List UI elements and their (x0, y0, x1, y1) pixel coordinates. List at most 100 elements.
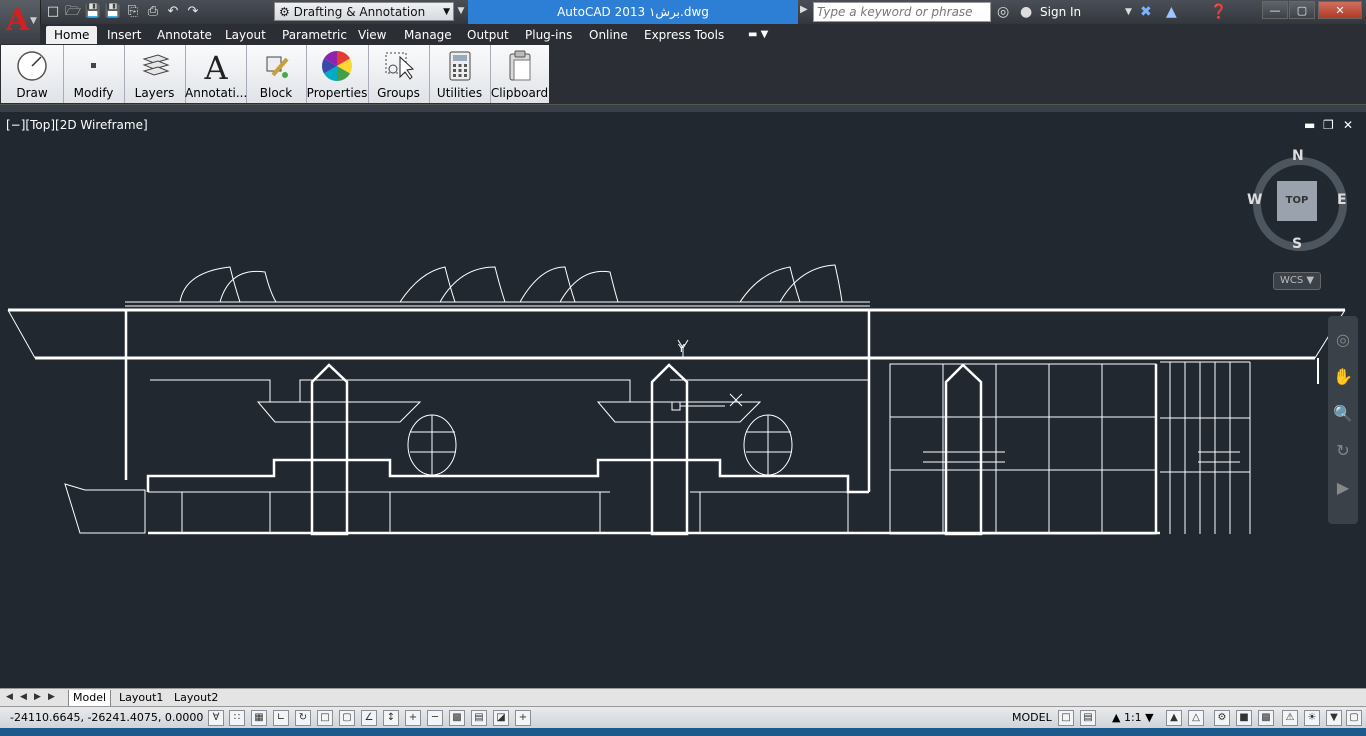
prev-tab-icon[interactable]: ◀ (18, 690, 29, 704)
showmotion-icon[interactable]: ▶ (1328, 478, 1358, 497)
wcs-label: WCS (1279, 275, 1304, 286)
panel-groups[interactable]: Groups (368, 45, 430, 103)
annotation-monitor-icon[interactable]: + (515, 710, 531, 726)
tab-view[interactable]: View (350, 26, 394, 44)
tab-plug-ins[interactable]: Plug-ins (517, 26, 580, 44)
first-tab-icon[interactable]: ◀ (4, 690, 15, 704)
panel-label: Modify (73, 86, 114, 100)
panel-layers[interactable]: Layers (124, 45, 186, 103)
tab-home[interactable]: Home (46, 26, 98, 44)
tab-layout1[interactable]: Layout1 (115, 690, 167, 706)
3d-object-snap-icon[interactable]: ▢ (339, 710, 355, 726)
tab-annotate[interactable]: Annotate (149, 26, 220, 44)
block-icon (266, 56, 289, 78)
exchange-icon[interactable]: ✖ (1140, 3, 1152, 21)
lineweight-icon[interactable]: ─ (427, 710, 443, 726)
close-button[interactable]: ✕ (1318, 1, 1362, 19)
tab-model[interactable]: Model (68, 690, 112, 707)
ribbon-toggle-icon[interactable]: ▬ ▼ (740, 26, 776, 44)
viewcube[interactable]: TOP N S W E (1247, 148, 1348, 252)
viewcube-top-face[interactable]: TOP (1277, 181, 1317, 221)
dynamic-input-icon[interactable]: + (405, 710, 421, 726)
selection-cycling-icon[interactable]: ◪ (493, 710, 509, 726)
object-snap-icon[interactable]: □ (317, 710, 333, 726)
coordinate-readout[interactable]: -24110.6645, -26241.4075, 0.0000 (10, 711, 203, 724)
panel-label: Layers (134, 86, 175, 100)
panel-label: Draw (16, 86, 48, 100)
pan-hand-icon[interactable]: ✋ (1328, 367, 1358, 386)
next-tab-icon[interactable]: ▶ (32, 690, 43, 704)
isolate-objects-icon[interactable]: ⚠ (1282, 710, 1298, 726)
grid-display-icon[interactable]: ▦ (251, 710, 267, 726)
ucs-y-label: Y (677, 342, 685, 355)
hardware-acceleration-icon[interactable]: ▩ (1258, 710, 1274, 726)
quick-view-layouts-icon[interactable]: □ (1058, 710, 1074, 726)
new-file-icon[interactable]: □ (44, 3, 62, 21)
autocad-logo-icon: A (6, 3, 30, 38)
panel-label: Clipboard (490, 86, 549, 100)
sign-in-button[interactable]: Sign In (1040, 3, 1081, 21)
steering-wheel-icon[interactable]: ◎ (1328, 330, 1358, 349)
application-status-menu-icon[interactable]: ▼ (1326, 710, 1342, 726)
wcs-dropdown[interactable]: WCS ▼ (1273, 272, 1321, 290)
calculator-icon (449, 51, 470, 81)
zoom-icon[interactable]: 🔍 (1328, 404, 1358, 423)
panel-properties[interactable]: Properties (306, 45, 369, 103)
annotation-scale[interactable]: ▲ 1:1 ▼ (1112, 711, 1154, 724)
object-snap-tracking-icon[interactable]: ∠ (361, 710, 377, 726)
chevron-down-icon[interactable]: ▼ (1125, 3, 1132, 21)
status-bar: -24110.6645, -26241.4075, 0.0000 ∀ ∷ ▦ ∟… (0, 706, 1366, 729)
plot-icon[interactable]: ⎘ (124, 3, 142, 21)
transparency-icon[interactable]: ▩ (449, 710, 465, 726)
save-as-icon[interactable]: 💾 (104, 3, 122, 21)
autodesk-360-icon[interactable]: ▲ (1166, 3, 1177, 21)
annotation-visibility-icon[interactable]: ▲ (1166, 710, 1182, 726)
panel-modify[interactable]: Modify (63, 45, 125, 103)
workspace-dropdown[interactable]: ⚙ Drafting & Annotation ▼ (274, 2, 454, 21)
model-space-toggle[interactable]: MODEL (1012, 711, 1052, 724)
light-bulb-icon[interactable]: ☀ (1304, 710, 1320, 726)
qat-menu-icon[interactable]: ▼ (455, 2, 467, 21)
panel-clipboard[interactable]: Clipboard (490, 45, 549, 103)
ortho-mode-icon[interactable]: ∟ (273, 710, 289, 726)
orbit-icon[interactable]: ↻ (1328, 441, 1358, 460)
panel-utilities[interactable]: Utilities (429, 45, 491, 103)
last-tab-icon[interactable]: ▶ (46, 690, 57, 704)
clean-screen-icon[interactable]: ▢ (1346, 710, 1362, 726)
quick-view-drawings-icon[interactable]: ▤ (1080, 710, 1096, 726)
tab-parametric[interactable]: Parametric (274, 26, 355, 44)
maximize-button[interactable]: ▢ (1289, 1, 1315, 19)
undo-icon[interactable]: ↶ (164, 3, 182, 21)
quick-properties-icon[interactable]: ▤ (471, 710, 487, 726)
open-folder-icon[interactable]: 🗁 (64, 3, 82, 21)
lock-icon[interactable]: ■ (1236, 710, 1252, 726)
tab-express-tools[interactable]: Express Tools (636, 26, 732, 44)
print-icon[interactable]: ⎙ (144, 3, 162, 21)
clipboard-icon (509, 50, 530, 81)
minimize-button[interactable]: — (1262, 1, 1288, 19)
infer-constraints-icon[interactable]: ∀ (208, 710, 224, 726)
workspace-switching-icon[interactable]: ⚙ (1214, 710, 1230, 726)
play-arrow-icon[interactable]: ▶ (800, 4, 808, 15)
application-menu-button[interactable]: A ▼ (0, 0, 41, 44)
panel-draw[interactable]: Draw (1, 45, 64, 103)
search-input[interactable]: Type a keyword or phrase (813, 2, 991, 22)
snap-mode-icon[interactable]: ∷ (229, 710, 245, 726)
auto-scale-icon[interactable]: △ (1188, 710, 1204, 726)
redo-icon[interactable]: ↷ (184, 3, 202, 21)
panel-annotation[interactable]: A Annotati... (185, 45, 247, 103)
tab-output[interactable]: Output (459, 26, 517, 44)
save-icon[interactable]: 💾 (84, 3, 102, 21)
tab-manage[interactable]: Manage (396, 26, 460, 44)
tab-online[interactable]: Online (581, 26, 636, 44)
dynamic-ucs-icon[interactable]: ↕ (383, 710, 399, 726)
navigation-bar[interactable]: ◎ ✋ 🔍 ↻ ▶ (1328, 316, 1358, 524)
tab-insert[interactable]: Insert (99, 26, 149, 44)
binoculars-icon[interactable]: ◎ (997, 3, 1009, 21)
help-icon[interactable]: ❓ (1210, 3, 1227, 21)
polar-tracking-icon[interactable]: ↻ (295, 710, 311, 726)
drawing-viewport[interactable]: [−][Top][2D Wireframe] ▬ ❐ ✕ Y TOP N S W… (0, 112, 1366, 688)
tab-layout[interactable]: Layout (217, 26, 274, 44)
panel-block[interactable]: Block (246, 45, 307, 103)
tab-layout2[interactable]: Layout2 (170, 690, 222, 706)
